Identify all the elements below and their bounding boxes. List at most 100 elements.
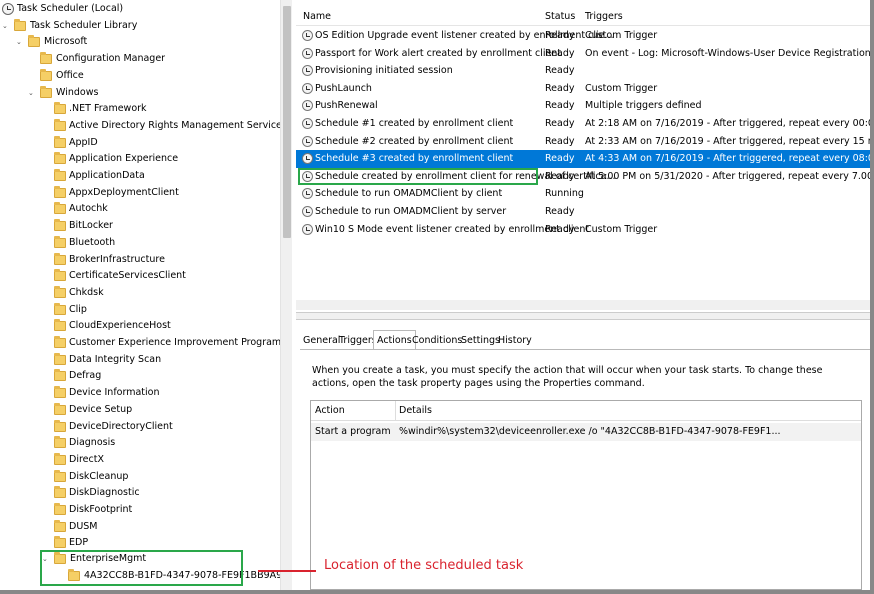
folder-icon	[54, 402, 66, 415]
folder-icon	[54, 169, 66, 181]
task-triggers: At 5:00 PM on 5/31/2020 - After triggere…	[585, 170, 874, 182]
folder-icon	[14, 18, 26, 31]
folder-icon	[54, 419, 66, 432]
tab-history[interactable]: History	[495, 333, 535, 350]
tree-label: Office	[56, 69, 84, 81]
task-row[interactable]: Win10 S Mode event listener created by e…	[296, 221, 874, 239]
pane-splitter[interactable]	[296, 312, 874, 320]
task-clock-icon	[302, 135, 313, 147]
collapse-chevron-icon[interactable]: ⌄	[16, 38, 24, 46]
task-name: Schedule #1 created by enrollment client	[315, 118, 514, 129]
task-list-hscrollbar[interactable]	[296, 300, 874, 310]
task-clock-icon	[302, 118, 313, 129]
task-row[interactable]: Schedule #2 created by enrollment client…	[296, 133, 874, 151]
folder-icon	[54, 152, 66, 165]
task-clock-icon	[302, 65, 313, 77]
tree-label: BrokerInfrastructure	[69, 253, 165, 265]
task-clock-icon	[302, 100, 313, 112]
highlight-box-task	[298, 168, 538, 185]
task-triggers: Multiple triggers defined	[585, 100, 702, 112]
tree-scrollbar[interactable]	[280, 0, 292, 594]
tab-divider	[300, 349, 870, 350]
task-clock-icon	[302, 82, 313, 94]
tree-label: Autochk	[69, 203, 108, 215]
folder-icon	[54, 118, 66, 131]
task-row[interactable]: Schedule #3 created by enrollment client…	[296, 150, 874, 168]
task-row[interactable]: PushLaunch Ready Custom Trigger	[296, 80, 874, 98]
tree-label: Task Scheduler Library	[30, 19, 138, 31]
column-header-action[interactable]: Action	[315, 405, 345, 416]
tree-label: DeviceDirectoryClient	[69, 420, 173, 432]
folder-icon	[54, 185, 66, 198]
task-status: Ready	[545, 65, 575, 77]
task-status: Ready	[545, 153, 575, 165]
tree-label: Microsoft	[44, 36, 88, 48]
tree-label: DUSM	[69, 520, 98, 532]
task-clock-icon	[302, 47, 313, 59]
task-triggers: At 2:33 AM on 7/16/2019 - After triggere…	[585, 135, 874, 147]
task-row[interactable]: Provisioning initiated session Ready	[296, 62, 874, 80]
task-status: Ready	[545, 30, 575, 41]
folder-icon	[54, 519, 66, 532]
task-status: Ready	[545, 82, 575, 94]
task-status: Ready	[545, 206, 575, 217]
task-status: Ready	[545, 223, 575, 235]
folder-icon	[54, 302, 66, 315]
tree-label: Task Scheduler (Local)	[17, 3, 124, 14]
task-row[interactable]: Schedule to run OMADMClient by client Run…	[296, 185, 874, 203]
folder-icon	[54, 386, 66, 399]
tree-label: ApplicationData	[69, 170, 145, 181]
window-border-right	[870, 0, 874, 594]
tree-label: Defrag	[69, 370, 102, 382]
column-header-triggers[interactable]: Triggers	[585, 11, 623, 22]
folder-icon	[54, 102, 66, 115]
tab-conditions[interactable]: Conditions	[409, 333, 465, 350]
action-row[interactable]: Start a program %windir%\system32\device…	[311, 423, 861, 441]
column-header-status[interactable]: Status	[545, 11, 575, 22]
task-name: Passport for Work alert created by enrol…	[315, 47, 562, 59]
task-row[interactable]: Schedule to run OMADMClient by server Rea…	[296, 203, 874, 221]
tree-label: DiskDiagnostic	[69, 487, 140, 499]
tree-label: Customer Experience Improvement Program	[69, 337, 280, 348]
task-name: Schedule to run OMADMClient by server	[315, 206, 507, 217]
collapse-chevron-icon[interactable]: ⌄	[28, 89, 36, 97]
tree-label: DiskFootprint	[69, 504, 133, 515]
tree-label: CertificateServicesClient	[69, 270, 186, 282]
tree-label: Device Setup	[69, 403, 133, 415]
folder-icon	[40, 52, 52, 65]
column-header-name[interactable]: Name	[303, 11, 331, 22]
tree-label: Diagnosis	[69, 437, 116, 449]
action-details: %windir%\system32\deviceenroller.exe /o …	[399, 426, 781, 437]
folder-icon	[28, 35, 40, 48]
column-header-details[interactable]: Details	[399, 405, 432, 416]
folder-icon	[54, 219, 66, 232]
tree-label: AppID	[69, 136, 98, 148]
task-pane: Name Status Triggers OS Edition Upgrade …	[296, 0, 874, 594]
folder-icon	[54, 319, 66, 332]
annotation-line	[258, 570, 316, 572]
task-status: Ready	[545, 118, 575, 129]
task-status: Running	[545, 188, 584, 200]
scrollbar-thumb[interactable]	[283, 6, 291, 238]
action-type: Start a program	[315, 426, 391, 437]
task-name: Schedule #3 created by enrollment client	[315, 153, 514, 165]
folder-icon	[54, 536, 66, 549]
task-triggers: Custom Trigger	[585, 82, 658, 94]
tree-label: AppxDeploymentClient	[69, 186, 179, 198]
folder-icon	[54, 469, 66, 482]
task-row[interactable]: Passport for Work alert created by enrol…	[296, 45, 874, 63]
navigation-tree: Task Scheduler (Local) ⌄ Task Scheduler …	[0, 0, 280, 594]
collapse-chevron-icon[interactable]: ⌄	[2, 22, 10, 30]
folder-icon	[54, 135, 66, 148]
task-name: Schedule #2 created by enrollment client	[315, 135, 514, 147]
task-row[interactable]: PushRenewal Ready Multiple triggers define…	[296, 97, 874, 115]
tree-label: DiskCleanup	[69, 470, 129, 482]
task-row[interactable]: OS Edition Upgrade event listener create…	[296, 27, 874, 45]
task-row[interactable]: Schedule #1 created by enrollment client…	[296, 115, 874, 133]
task-name: Provisioning initiated session	[315, 65, 453, 77]
column-divider	[395, 401, 396, 421]
task-name: PushLaunch	[315, 82, 372, 94]
folder-icon	[54, 252, 66, 265]
task-name: PushRenewal	[315, 100, 378, 112]
task-list-header: Name Status Triggers	[296, 8, 874, 26]
